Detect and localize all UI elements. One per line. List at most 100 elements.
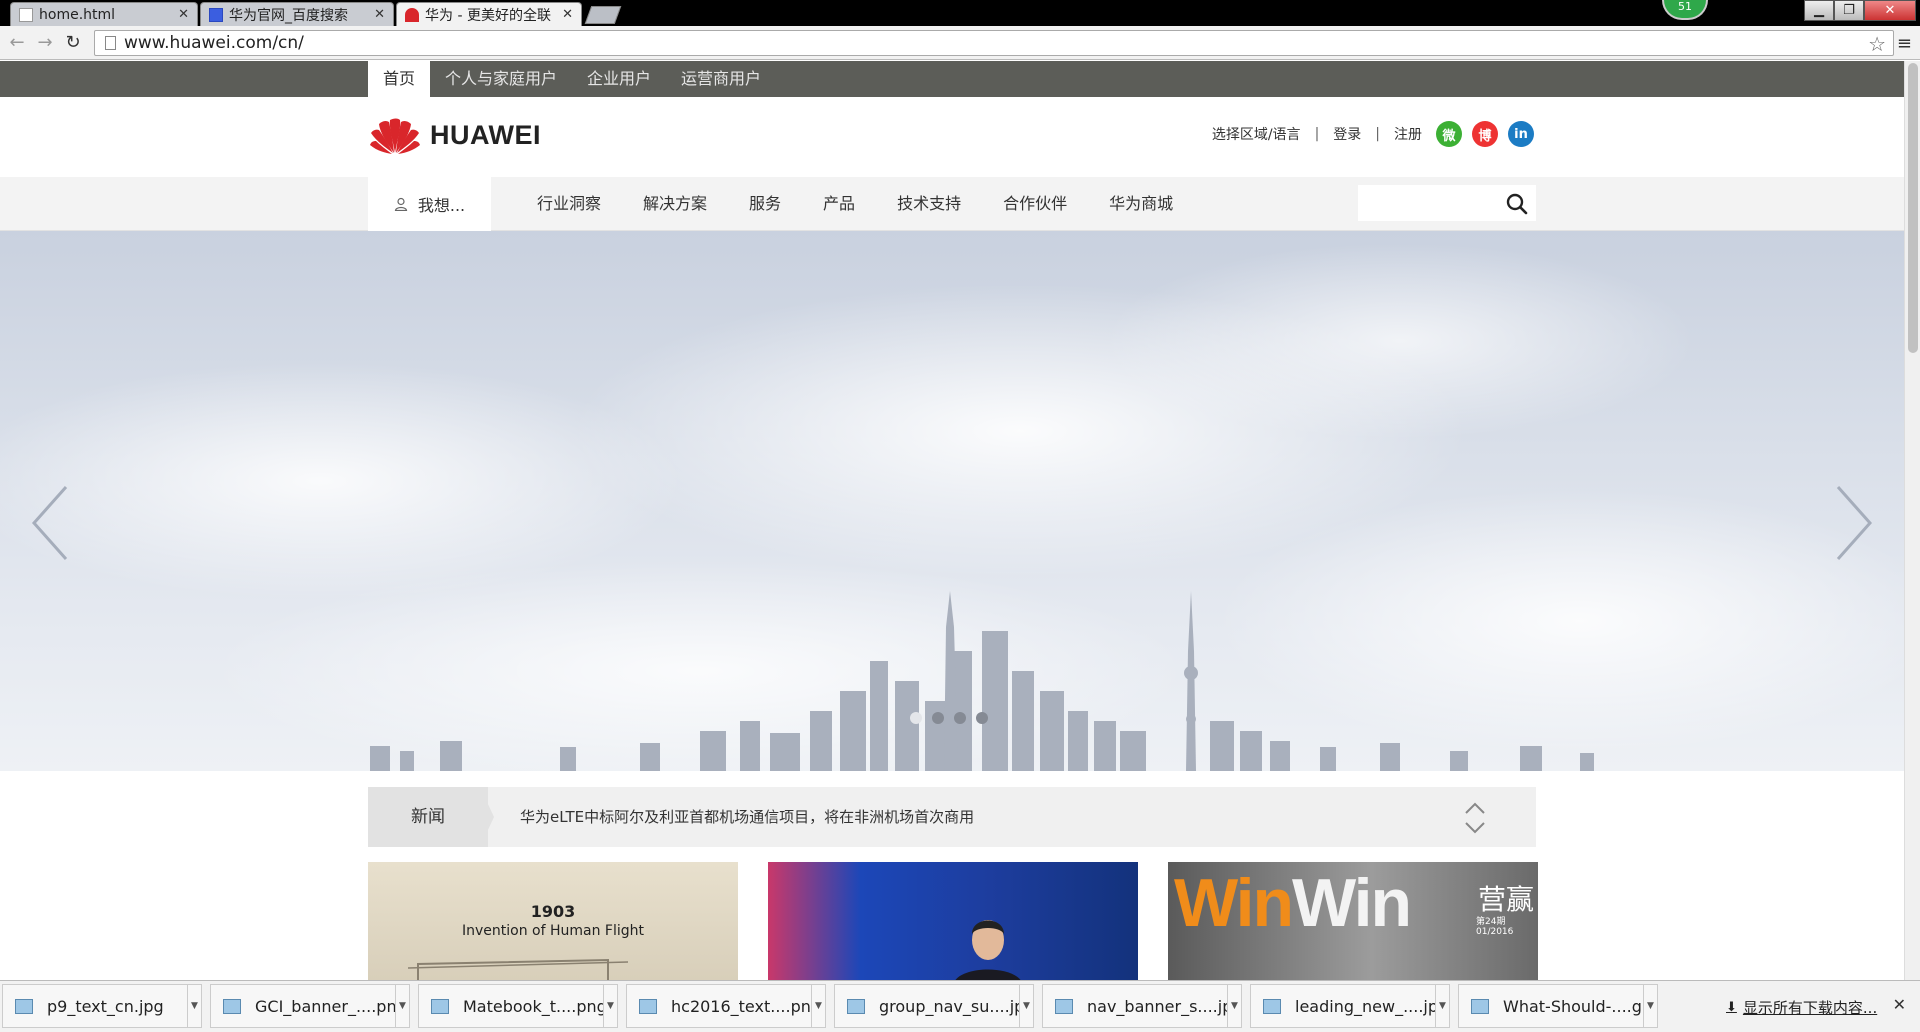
minimize-button[interactable]: ▁: [1804, 0, 1834, 21]
image-file-icon: [1263, 998, 1281, 1014]
weibo-icon[interactable]: 博: [1472, 121, 1498, 147]
news-headline-link[interactable]: 华为eLTE中标阿尔及利亚首都机场通信项目，将在非洲机场首次商用: [520, 787, 974, 847]
slide-dot[interactable]: [954, 712, 966, 724]
download-item[interactable]: hc2016_text....png ▼: [626, 984, 826, 1028]
url-text: www.huawei.com/cn/: [124, 33, 304, 53]
header-utilities: 选择区域/语言 | 登录 | 注册 微 博 in: [1212, 121, 1534, 147]
region-language-link[interactable]: 选择区域/语言: [1212, 124, 1301, 144]
chevron-down-icon[interactable]: ▼: [1227, 984, 1241, 1028]
chevron-down-icon[interactable]: ▼: [1643, 984, 1657, 1028]
huawei-logo-icon: [370, 118, 420, 154]
speaker-photo-image: [955, 920, 1021, 980]
nav-industry-insights[interactable]: 行业洞察: [516, 177, 622, 231]
card-winwin-magazine[interactable]: WinWin 营赢 第24期 01/2016: [1168, 862, 1538, 980]
image-file-icon: [431, 998, 449, 1014]
search-icon[interactable]: [1506, 193, 1528, 215]
image-file-icon: [15, 998, 33, 1014]
reload-icon[interactable]: ↻: [62, 32, 84, 54]
bookmark-star-icon[interactable]: ☆: [1868, 32, 1886, 56]
nav-support[interactable]: 技术支持: [876, 177, 982, 231]
download-item[interactable]: p9_text_cn.jpg ▼: [2, 984, 202, 1028]
page-icon: [19, 7, 33, 22]
download-item[interactable]: Matebook_t....png ▼: [418, 984, 618, 1028]
profile-badge[interactable]: 51: [1662, 0, 1708, 20]
close-icon[interactable]: ✕: [178, 7, 189, 22]
page-viewport: 首页 个人与家庭用户 企业用户 运营商用户 HUAWEI 选择区域/语言 | 登…: [0, 61, 1904, 980]
login-link[interactable]: 登录: [1333, 124, 1361, 144]
download-item[interactable]: What-Should-....gif ▼: [1458, 984, 1658, 1028]
nav-solutions[interactable]: 解决方案: [622, 177, 728, 231]
forward-icon[interactable]: →: [34, 32, 56, 54]
wechat-icon[interactable]: 微: [1436, 121, 1462, 147]
tab-home[interactable]: home.html ✕: [10, 2, 198, 26]
chevron-down-icon[interactable]: ▼: [603, 984, 617, 1028]
new-tab-button[interactable]: [584, 6, 622, 24]
huawei-logo[interactable]: HUAWEI: [368, 115, 541, 155]
news-ticker: 新闻 华为eLTE中标阿尔及利亚首都机场通信项目，将在非洲机场首次商用: [368, 787, 1536, 847]
page-scrollbar[interactable]: [1904, 61, 1920, 980]
logo-text: HUAWEI: [430, 119, 541, 150]
card-speaker-photo[interactable]: [768, 862, 1138, 980]
prev-slide-arrow-icon[interactable]: [30, 485, 70, 561]
download-item[interactable]: nav_banner_s....jpg ▼: [1042, 984, 1242, 1028]
back-icon[interactable]: ←: [6, 32, 28, 54]
image-file-icon: [639, 998, 657, 1014]
nav-products[interactable]: 产品: [802, 177, 876, 231]
nav-partners[interactable]: 合作伙伴: [982, 177, 1088, 231]
tab-baidu-search[interactable]: 华为官网_百度搜索 ✕: [200, 2, 394, 26]
news-up-down-icon[interactable]: [1464, 801, 1486, 835]
register-link[interactable]: 注册: [1394, 124, 1422, 144]
window-close-button[interactable]: ✕: [1864, 0, 1916, 21]
close-icon[interactable]: ✕: [374, 7, 385, 22]
topnav-carrier[interactable]: 运营商用户: [666, 61, 776, 97]
chevron-down-icon[interactable]: ▼: [1435, 984, 1449, 1028]
url-input[interactable]: www.huawei.com/cn/: [94, 30, 1894, 56]
topnav-enterprise[interactable]: 企业用户: [572, 61, 666, 97]
chevron-down-icon[interactable]: ▼: [811, 984, 825, 1028]
chevron-down-icon[interactable]: ▼: [187, 984, 201, 1028]
download-filename: group_nav_su....jpg: [879, 996, 1019, 1016]
topnav-consumer[interactable]: 个人与家庭用户: [430, 61, 572, 97]
site-header: HUAWEI 选择区域/语言 | 登录 | 注册 微 博 in: [0, 97, 1904, 177]
winwin-issue: 第24期 01/2016: [1476, 917, 1514, 937]
close-icon[interactable]: ✕: [562, 7, 573, 22]
wish-label: 我想...: [417, 196, 466, 215]
user-icon: [394, 197, 408, 211]
nav-vmall[interactable]: 华为商城: [1088, 177, 1194, 231]
download-filename: hc2016_text....png: [671, 996, 811, 1016]
download-item[interactable]: GCI_banner_....png ▼: [210, 984, 410, 1028]
top-nav: 首页 个人与家庭用户 企业用户 运营商用户: [368, 61, 776, 97]
chevron-down-icon[interactable]: ▼: [395, 984, 409, 1028]
search-input[interactable]: [1358, 185, 1536, 221]
image-file-icon: [847, 998, 865, 1014]
card-subtitle: Invention of Human Flight: [461, 923, 644, 939]
slide-dot[interactable]: [910, 712, 922, 724]
slide-indicators: [910, 712, 998, 724]
next-slide-arrow-icon[interactable]: [1834, 485, 1874, 561]
download-item[interactable]: leading_new_....jpg ▼: [1250, 984, 1450, 1028]
wish-menu[interactable]: 我想...: [368, 177, 491, 231]
linkedin-icon[interactable]: in: [1508, 121, 1534, 147]
maximize-button[interactable]: ❐: [1834, 0, 1864, 21]
title-bar: home.html ✕ 华为官网_百度搜索 ✕ 华为 - 更美好的全联 ✕ 51…: [0, 0, 1920, 26]
slide-dot[interactable]: [932, 712, 944, 724]
chevron-down-icon[interactable]: ▼: [1019, 984, 1033, 1028]
show-all-label: 显示所有下载内容...: [1742, 999, 1878, 1017]
tab-huawei[interactable]: 华为 - 更美好的全联 ✕: [396, 2, 582, 26]
menu-icon[interactable]: ≡: [1897, 33, 1912, 54]
download-item[interactable]: group_nav_su....jpg ▼: [834, 984, 1034, 1028]
download-filename: p9_text_cn.jpg: [47, 996, 164, 1016]
separator: |: [1375, 126, 1380, 142]
nav-services[interactable]: 服务: [728, 177, 802, 231]
close-icon[interactable]: ✕: [1893, 995, 1906, 1014]
scrollbar-thumb[interactable]: [1908, 63, 1918, 353]
slide-dot[interactable]: [976, 712, 988, 724]
download-arrow-icon: ⬇: [1726, 1000, 1737, 1015]
topnav-home[interactable]: 首页: [368, 61, 431, 97]
separator: |: [1314, 126, 1320, 142]
card-human-flight[interactable]: 1903 Invention of Human Flight: [368, 862, 738, 980]
main-nav: 我想... 行业洞察 解决方案 服务 产品 技术支持 合作伙伴 华为商城: [0, 177, 1904, 231]
winwin-word-2: Win: [1292, 865, 1412, 941]
image-file-icon: [1055, 998, 1073, 1014]
show-all-downloads-link[interactable]: ⬇ 显示所有下载内容...: [1726, 997, 1877, 1018]
